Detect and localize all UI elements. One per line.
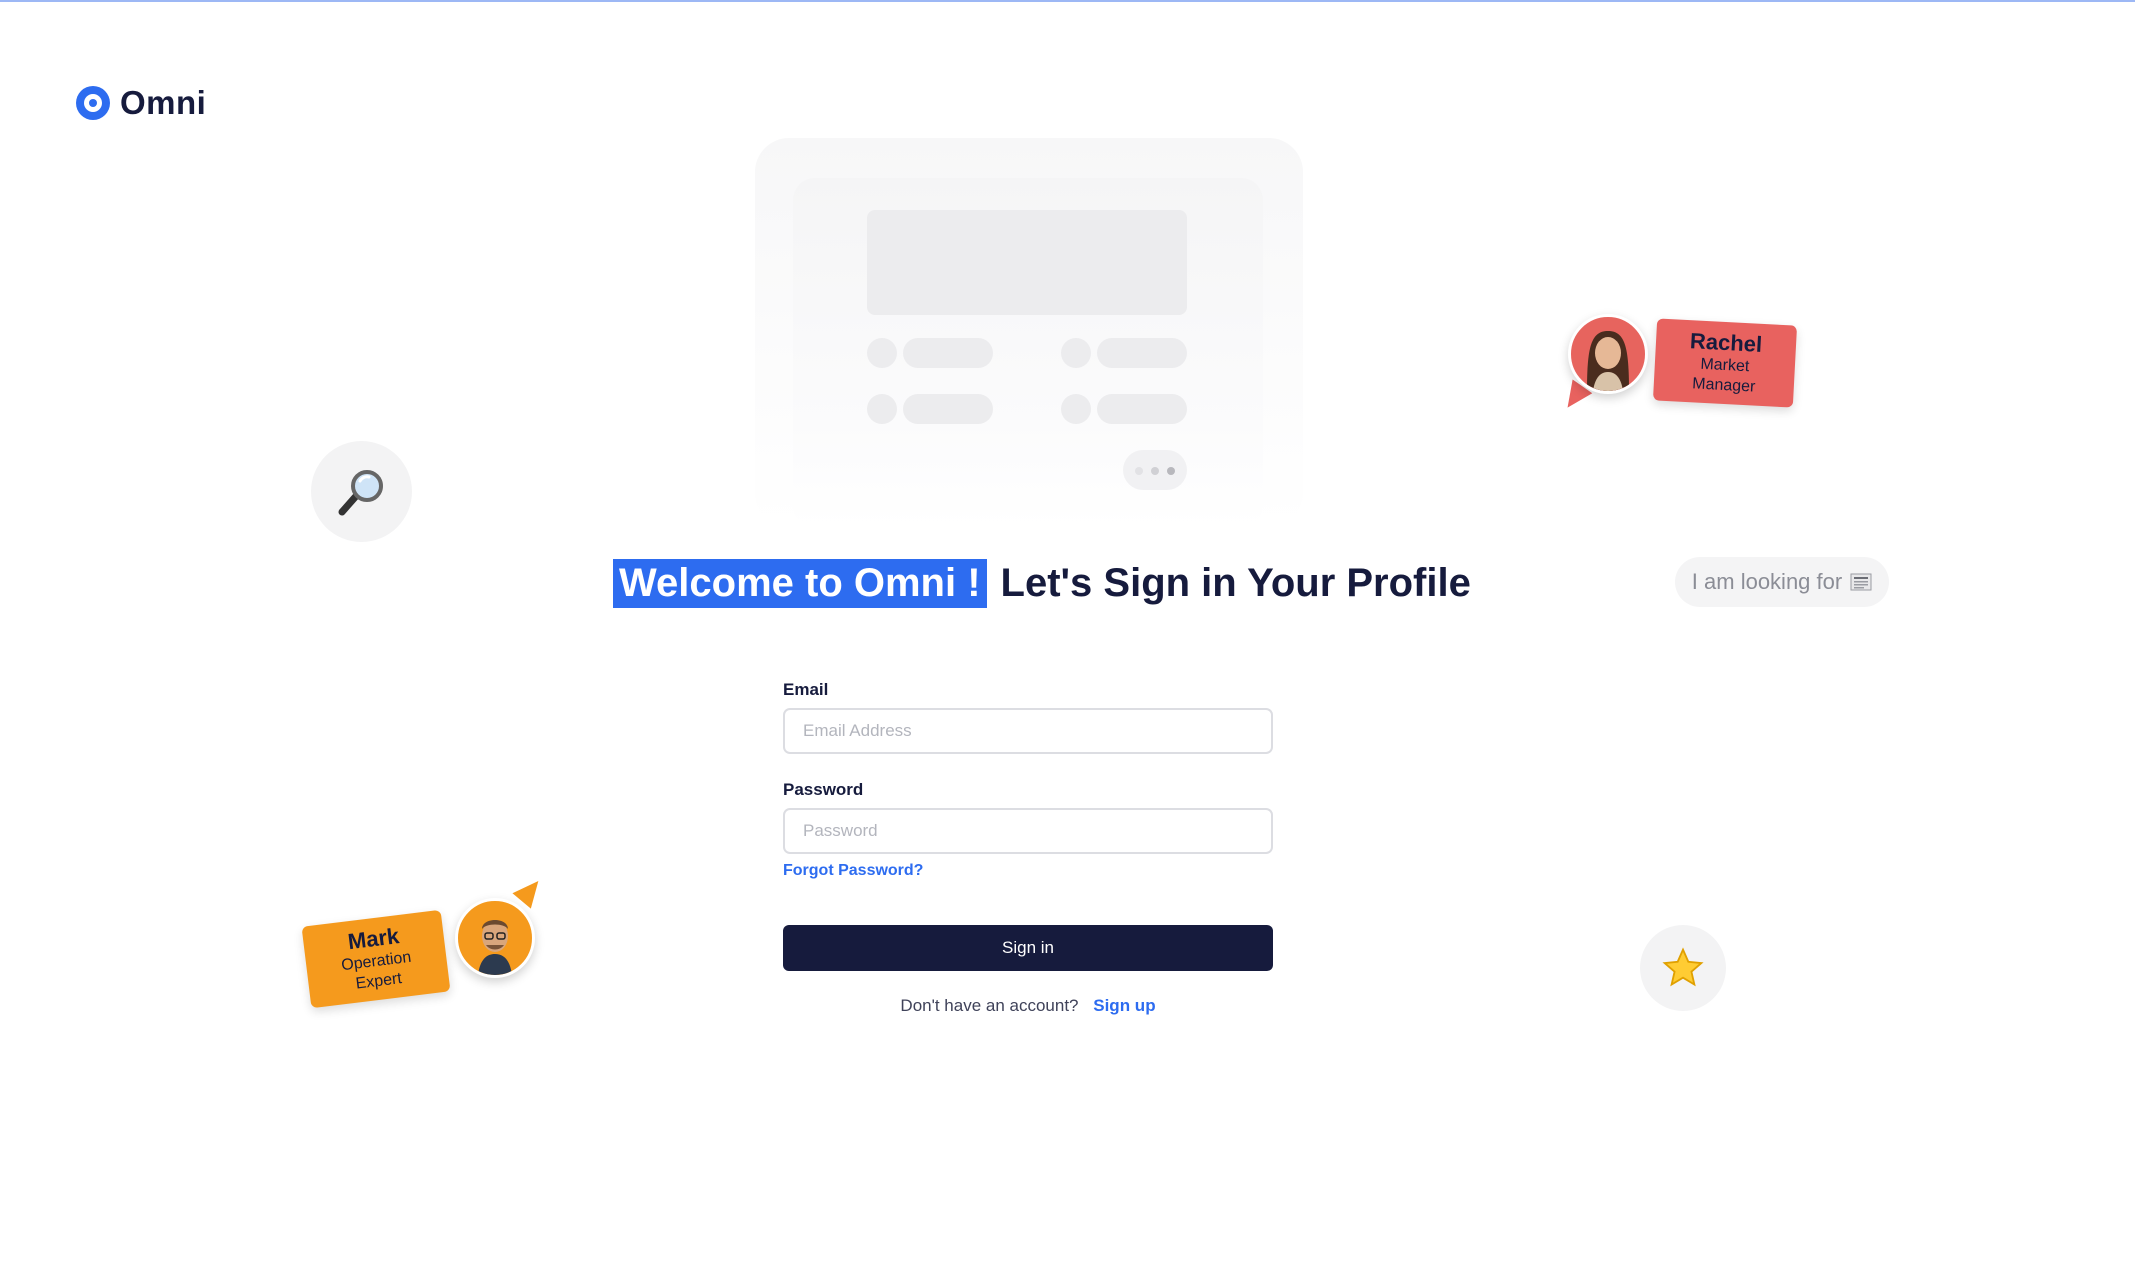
looking-for-text: I am looking for bbox=[1691, 569, 1843, 594]
omni-logo-icon bbox=[76, 86, 110, 120]
illustration-dot bbox=[867, 394, 897, 424]
rachel-tag: Rachel Market Manager bbox=[1652, 318, 1798, 408]
illustration-dot bbox=[1061, 394, 1091, 424]
email-field[interactable] bbox=[783, 708, 1273, 754]
omni-logo[interactable]: Omni bbox=[76, 84, 206, 122]
search-bubble bbox=[311, 441, 412, 542]
page-heading: Welcome to Omni ! Let's Sign in Your Pro… bbox=[613, 559, 1471, 608]
email-label: Email bbox=[783, 680, 829, 699]
forgot-password-link[interactable]: Forgot Password? bbox=[783, 862, 923, 880]
illustration-pill bbox=[903, 394, 993, 424]
sign-in-button[interactable]: Sign in bbox=[783, 925, 1273, 971]
illustration-dot bbox=[1061, 338, 1091, 368]
star-bubble bbox=[1640, 925, 1726, 1011]
profile-illustration bbox=[755, 138, 1303, 528]
sign-up-link[interactable]: Sign up bbox=[1093, 996, 1155, 1015]
persona-role: Market Manager bbox=[1691, 355, 1756, 396]
rachel-avatar bbox=[1568, 314, 1648, 394]
brand-name: Omni bbox=[120, 84, 207, 121]
password-field[interactable] bbox=[783, 808, 1273, 854]
star-icon bbox=[1662, 947, 1704, 987]
illustration-typing-chip bbox=[1123, 450, 1187, 490]
newspaper-icon bbox=[1850, 573, 1872, 591]
top-border-line bbox=[0, 0, 2135, 2]
mark-tag: Mark Operation Expert bbox=[301, 909, 451, 1009]
password-label: Password bbox=[783, 780, 864, 799]
illustration-card bbox=[793, 178, 1263, 528]
illustration-banner bbox=[867, 210, 1187, 315]
magnifier-icon bbox=[338, 469, 383, 515]
illustration-dot bbox=[867, 338, 897, 368]
illustration-pill bbox=[1097, 394, 1187, 424]
sign-in-form: Email Password Forgot Password? Sign in … bbox=[783, 680, 1273, 1015]
heading-subtitle: Let's Sign in Your Profile bbox=[1000, 561, 1471, 605]
sign-up-prompt: Don't have an account? bbox=[900, 996, 1079, 1015]
heading-highlight: Welcome to Omni ! bbox=[613, 559, 987, 608]
illustration-pill bbox=[1097, 338, 1187, 368]
illustration-pill bbox=[903, 338, 993, 368]
looking-for-pill: I am looking for bbox=[1675, 557, 1889, 607]
sign-up-row: Don't have an account? Sign up bbox=[783, 996, 1273, 1016]
mark-avatar bbox=[455, 898, 535, 978]
mark-cursor-icon bbox=[512, 873, 548, 909]
